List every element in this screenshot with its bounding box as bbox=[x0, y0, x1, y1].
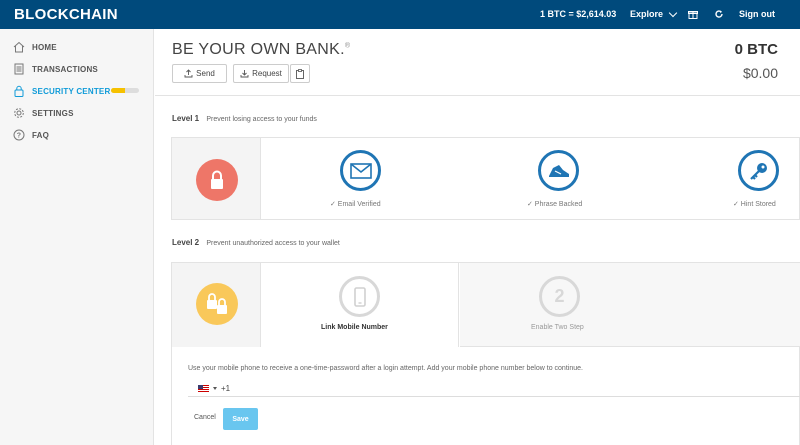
sidebar-item-label: TRANSACTIONS bbox=[32, 64, 98, 74]
home-icon bbox=[13, 41, 25, 53]
lock-icon bbox=[14, 85, 24, 97]
balance-usd[interactable]: $0.00 bbox=[743, 65, 778, 81]
link-mobile-label: Link Mobile Number bbox=[321, 324, 388, 331]
upload-icon bbox=[184, 69, 193, 78]
double-padlock-icon bbox=[207, 293, 227, 314]
btc-price[interactable]: 1 BTC = $2,614.03 bbox=[540, 9, 616, 19]
security-progress-bar bbox=[111, 88, 139, 93]
blockchain-logo[interactable]: BLOCKCHAIN bbox=[14, 6, 118, 23]
level1-lock-badge bbox=[196, 159, 238, 201]
registered-mark: ® bbox=[344, 42, 351, 50]
two-step-number: 2 bbox=[539, 276, 580, 317]
chevron-down-icon bbox=[668, 8, 678, 17]
phrase-step-icon[interactable] bbox=[538, 150, 579, 191]
request-button[interactable]: Request bbox=[233, 64, 289, 83]
top-bar: BLOCKCHAIN 1 BTC = $2,614.03 Explore Sig… bbox=[0, 0, 800, 29]
phone-input-row[interactable]: +1 bbox=[188, 380, 800, 397]
sidebar: HOME TRANSACTIONS SECURITY CENTER SETTIN… bbox=[0, 29, 154, 445]
explore-label: Explore bbox=[630, 9, 664, 19]
tab-two-step[interactable]: 2 Enable Two Step bbox=[460, 263, 800, 347]
mobile-tab-icon bbox=[339, 276, 380, 317]
explore-menu[interactable]: Explore bbox=[630, 8, 678, 19]
send-label: Send bbox=[196, 69, 215, 78]
clipboard-icon bbox=[296, 68, 304, 79]
sidebar-item-settings[interactable]: SETTINGS bbox=[13, 107, 74, 119]
email-verified-label: ✓ Email Verified bbox=[330, 201, 381, 208]
sign-out-link[interactable]: Sign out bbox=[739, 9, 775, 19]
level2-panel: Link Mobile Number 2 Enable Two Step bbox=[171, 262, 800, 445]
sidebar-item-label: FAQ bbox=[32, 130, 50, 140]
country-dropdown-caret-icon[interactable] bbox=[213, 386, 217, 390]
two-step-label: Enable Two Step bbox=[531, 324, 584, 331]
key-icon bbox=[749, 162, 767, 180]
tab-link-mobile[interactable]: Link Mobile Number bbox=[261, 263, 459, 347]
level2-lock-badge bbox=[196, 283, 238, 325]
send-button[interactable]: Send bbox=[172, 64, 227, 83]
download-icon bbox=[240, 70, 249, 78]
hint-step-icon[interactable] bbox=[738, 150, 779, 191]
level2-lock-cell bbox=[172, 263, 261, 347]
sidebar-item-security-center[interactable]: SECURITY CENTER bbox=[13, 85, 110, 97]
refresh-icon[interactable] bbox=[714, 9, 724, 19]
phrase-backed-label: ✓ Phrase Backed bbox=[527, 201, 583, 208]
level1-heading: Level 1 Prevent losing access to your fu… bbox=[172, 114, 317, 123]
sidebar-item-transactions[interactable]: TRANSACTIONS bbox=[13, 63, 98, 75]
sidebar-item-faq[interactable]: ? FAQ bbox=[13, 129, 49, 141]
gift-icon[interactable] bbox=[688, 9, 698, 19]
security-progress-fill bbox=[111, 88, 125, 93]
gear-icon bbox=[14, 108, 24, 118]
email-step-icon[interactable] bbox=[340, 150, 381, 191]
padlock-icon bbox=[211, 170, 223, 189]
help-icon: ? bbox=[13, 129, 25, 141]
page-title-text: BE YOUR OWN BANK. bbox=[172, 41, 345, 58]
svg-text:?: ? bbox=[17, 133, 21, 140]
balance-btc[interactable]: 0 BTC bbox=[735, 41, 778, 58]
us-flag-icon[interactable] bbox=[198, 384, 209, 392]
mobile-phone-icon bbox=[353, 286, 366, 307]
level1-title: Level 1 bbox=[172, 114, 200, 123]
level1-subtitle: Prevent losing access to your funds bbox=[206, 116, 317, 123]
save-button[interactable]: Save bbox=[223, 408, 258, 430]
cancel-button[interactable]: Cancel bbox=[194, 414, 216, 421]
sidebar-item-label: SECURITY CENTER bbox=[32, 86, 111, 96]
level1-lock-cell bbox=[172, 138, 261, 219]
hint-stored-label: ✓ Hint Stored bbox=[733, 201, 776, 208]
level2-title: Level 2 bbox=[172, 238, 200, 247]
level2-subtitle: Prevent unauthorized access to your wall… bbox=[206, 240, 340, 247]
phone-prefix[interactable]: +1 bbox=[221, 384, 230, 393]
level2-heading: Level 2 Prevent unauthorized access to y… bbox=[172, 238, 340, 247]
header-divider bbox=[155, 95, 800, 96]
transactions-icon bbox=[14, 63, 24, 75]
level1-panel: ✓ Email Verified ✓ Phrase Backed ✓ Hint … bbox=[171, 137, 800, 220]
sidebar-item-home[interactable]: HOME bbox=[13, 41, 57, 53]
sidebar-item-label: HOME bbox=[32, 42, 57, 52]
page-title: BE YOUR OWN BANK.® bbox=[172, 41, 350, 59]
request-label: Request bbox=[252, 69, 282, 78]
sidebar-item-label: SETTINGS bbox=[32, 108, 74, 118]
recovery-phrase-icon bbox=[548, 164, 569, 177]
clipboard-button[interactable] bbox=[290, 64, 310, 83]
mobile-help-text: Use your mobile phone to receive a one-t… bbox=[188, 365, 583, 372]
envelope-icon bbox=[349, 162, 372, 179]
